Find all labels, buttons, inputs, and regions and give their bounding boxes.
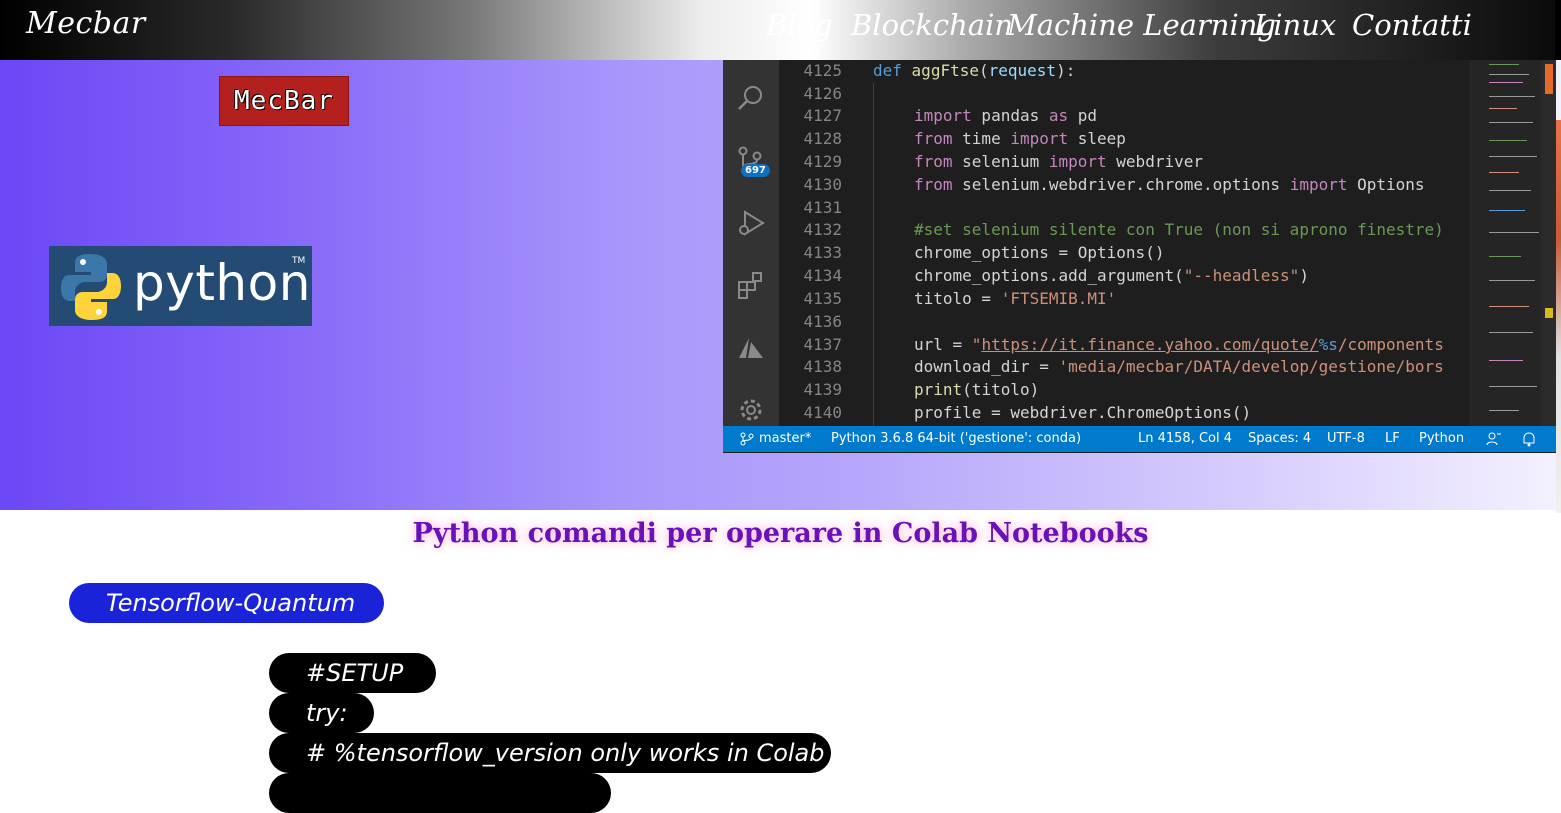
code-line: import pandas as pd bbox=[914, 106, 1098, 125]
scroll-marker bbox=[1545, 308, 1553, 318]
minimap-line bbox=[1489, 82, 1523, 83]
line-number: 4138 bbox=[803, 357, 842, 376]
nav-item-machine-learning[interactable]: Machine Learning bbox=[1007, 8, 1276, 42]
status-bar: master* Python 3.6.8 64-bit ('gestione':… bbox=[723, 426, 1556, 452]
minimap-line bbox=[1489, 96, 1535, 97]
status-interpreter[interactable]: Python 3.6.8 64-bit ('gestione': conda) bbox=[831, 431, 1081, 446]
scm-count-badge: 697 bbox=[741, 164, 770, 177]
code-line: download_dir = 'media/mecbar/DATA/develo… bbox=[914, 357, 1444, 376]
minimap-line bbox=[1489, 74, 1529, 75]
code-line: from selenium import webdriver bbox=[914, 152, 1203, 171]
minimap-line bbox=[1489, 360, 1523, 361]
minimap-line bbox=[1489, 410, 1519, 411]
code-line-pill: # %tensorflow_version only works in Cola… bbox=[269, 733, 831, 773]
line-number: 4135 bbox=[803, 289, 842, 308]
python-wordmark: python bbox=[133, 254, 311, 312]
minimap-line bbox=[1489, 232, 1539, 233]
feedback-icon[interactable] bbox=[1486, 431, 1502, 447]
nav-item-blog[interactable]: Blog bbox=[766, 8, 833, 42]
line-number: 4133 bbox=[803, 243, 842, 262]
code-line-pill: #SETUP bbox=[269, 653, 436, 693]
status-position[interactable]: Ln 4158, Col 4 bbox=[1138, 431, 1232, 446]
code-line: #set selenium silente con True (non si a… bbox=[914, 220, 1444, 239]
minimap-line bbox=[1489, 140, 1527, 141]
minimap-line bbox=[1489, 280, 1535, 281]
nav-item-blockchain[interactable]: Blockchain bbox=[851, 8, 1013, 42]
minimap-line bbox=[1489, 306, 1529, 307]
minimap-line bbox=[1489, 108, 1517, 109]
python-snake-icon bbox=[61, 254, 121, 320]
page-edge-strip bbox=[1556, 120, 1561, 513]
code-line-pill: try: bbox=[269, 693, 374, 733]
status-eol[interactable]: LF bbox=[1385, 431, 1400, 446]
minimap-line bbox=[1489, 122, 1533, 123]
trademark-mark: TM bbox=[292, 256, 306, 266]
code-line: chrome_options.add_argument("--headless"… bbox=[914, 266, 1309, 285]
line-number: 4136 bbox=[803, 312, 842, 331]
line-number: 4129 bbox=[803, 152, 842, 171]
minimap-line bbox=[1489, 332, 1533, 333]
status-spaces[interactable]: Spaces: 4 bbox=[1248, 431, 1311, 446]
gear-icon bbox=[740, 399, 762, 421]
code-line: titolo = 'FTSEMIB.MI' bbox=[914, 289, 1117, 308]
line-number: 4128 bbox=[803, 129, 842, 148]
minimap-line bbox=[1489, 256, 1521, 257]
code-line: url = "https://it.finance.yahoo.com/quot… bbox=[914, 335, 1444, 354]
code-line: def aggFtse(request): bbox=[873, 61, 1076, 80]
notification-bell-icon[interactable] bbox=[1521, 431, 1537, 447]
editor-scrollbar[interactable] bbox=[1541, 60, 1556, 426]
line-number: 4126 bbox=[803, 84, 842, 103]
nav-edge bbox=[1555, 0, 1561, 60]
page-title: Python comandi per operare in Colab Note… bbox=[412, 518, 1149, 549]
scroll-marker bbox=[1545, 64, 1553, 94]
code-area: 4125 4126 4127 4128 4129 4130 4131 4132 … bbox=[779, 60, 1469, 426]
line-number: 4131 bbox=[803, 198, 842, 217]
minimap bbox=[1469, 60, 1541, 426]
code-line-pill bbox=[269, 773, 611, 813]
search-icon bbox=[738, 86, 762, 110]
code-line: print(titolo) bbox=[914, 380, 1040, 399]
indent-guide bbox=[873, 83, 874, 426]
top-navbar: Mecbar Blog Blockchain Machine Learning … bbox=[0, 0, 1561, 60]
extensions-icon bbox=[738, 272, 762, 299]
minimap-line bbox=[1489, 156, 1537, 157]
code-line: chrome_options = Options() bbox=[914, 243, 1165, 262]
nav-item-contatti[interactable]: Contatti bbox=[1352, 8, 1472, 42]
status-encoding[interactable]: UTF-8 bbox=[1327, 431, 1365, 446]
line-number: 4130 bbox=[803, 175, 842, 194]
code-line: from selenium.webdriver.chrome.options i… bbox=[914, 175, 1425, 194]
line-number: 4134 bbox=[803, 266, 842, 285]
git-branch-icon bbox=[740, 432, 754, 446]
run-debug-icon bbox=[739, 210, 765, 236]
minimap-line bbox=[1489, 190, 1531, 191]
status-language[interactable]: Python bbox=[1419, 431, 1464, 446]
line-number: 4125 bbox=[803, 61, 842, 80]
minimap-line bbox=[1489, 386, 1537, 387]
status-branch[interactable]: master* bbox=[759, 431, 811, 446]
code-line: from time import sleep bbox=[914, 129, 1126, 148]
mecbar-logo: MecBar bbox=[219, 76, 349, 126]
minimap-line bbox=[1489, 64, 1519, 65]
code-editor-screenshot: 697 4125 4126 4127 4128 4129 4130 4131 4… bbox=[723, 60, 1556, 453]
line-number: 4127 bbox=[803, 106, 842, 125]
section-tensorflow-quantum[interactable]: Tensorflow-Quantum bbox=[69, 583, 384, 623]
brand-link[interactable]: Mecbar bbox=[26, 6, 146, 41]
line-number: 4137 bbox=[803, 335, 842, 354]
activity-bar: 697 bbox=[723, 60, 779, 426]
minimap-line bbox=[1489, 172, 1519, 173]
azure-icon bbox=[739, 338, 763, 358]
line-number: 4132 bbox=[803, 220, 842, 239]
python-logo: python TM bbox=[49, 246, 312, 326]
line-number: 4140 bbox=[803, 403, 842, 422]
line-number: 4139 bbox=[803, 380, 842, 399]
code-line: profile = webdriver.ChromeOptions() bbox=[914, 403, 1252, 422]
minimap-line bbox=[1489, 210, 1525, 211]
nav-item-linux[interactable]: Linux bbox=[1254, 8, 1336, 42]
